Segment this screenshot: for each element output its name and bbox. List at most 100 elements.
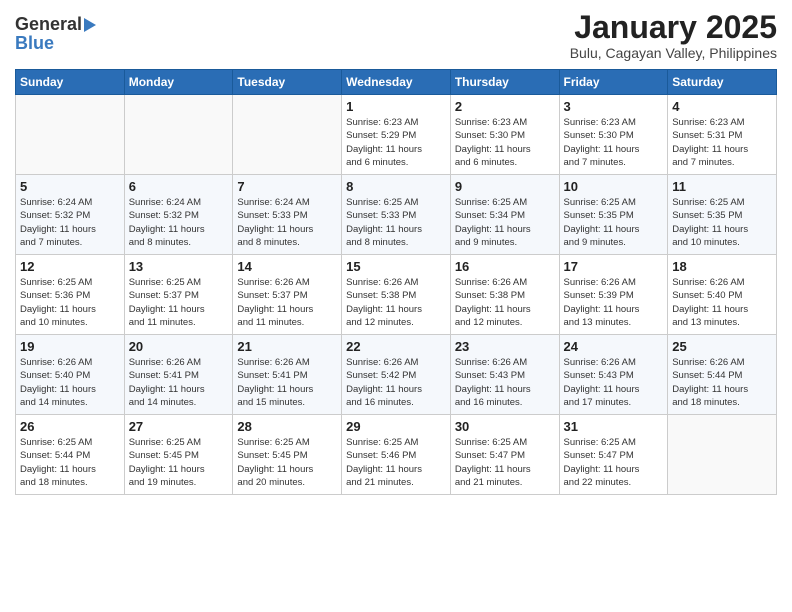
day-info: Sunrise: 6:26 AM Sunset: 5:38 PM Dayligh… — [346, 276, 446, 329]
day-number: 20 — [129, 339, 229, 354]
calendar-cell: 6 Sunrise: 6:24 AM Sunset: 5:32 PM Daylig… — [124, 175, 233, 255]
day-info: Sunrise: 6:26 AM Sunset: 5:38 PM Dayligh… — [455, 276, 555, 329]
page-container: General Blue January 2025 Bulu, Cagayan … — [0, 0, 792, 505]
calendar-cell: 16 Sunrise: 6:26 AM Sunset: 5:38 PM Dayli… — [450, 255, 559, 335]
calendar-cell: 18Sunrise: 6:26 AM Sunset: 5:40 PM Dayli… — [668, 255, 777, 335]
calendar-week-row: 1Sunrise: 6:23 AM Sunset: 5:29 PM Daylig… — [16, 95, 777, 175]
calendar-cell — [233, 95, 342, 175]
calendar-cell: 1Sunrise: 6:23 AM Sunset: 5:29 PM Daylig… — [342, 95, 451, 175]
day-of-week-header: Monday — [124, 70, 233, 95]
calendar-cell: 3 Sunrise: 6:23 AM Sunset: 5:30 PM Daylig… — [559, 95, 668, 175]
day-info: Sunrise: 6:23 AM Sunset: 5:29 PM Dayligh… — [346, 116, 446, 169]
day-number: 29 — [346, 419, 446, 434]
day-number: 7 — [237, 179, 337, 194]
day-of-week-header: Thursday — [450, 70, 559, 95]
day-number: 4 — [672, 99, 772, 114]
calendar-cell: 7 Sunrise: 6:24 AM Sunset: 5:33 PM Daylig… — [233, 175, 342, 255]
day-of-week-header: Tuesday — [233, 70, 342, 95]
calendar-cell — [16, 95, 125, 175]
logo: General Blue — [15, 14, 96, 54]
day-info: Sunrise: 6:26 AM Sunset: 5:41 PM Dayligh… — [237, 356, 337, 409]
day-info: Sunrise: 6:25 AM Sunset: 5:35 PM Dayligh… — [564, 196, 664, 249]
day-number: 21 — [237, 339, 337, 354]
calendar-cell: 15Sunrise: 6:26 AM Sunset: 5:38 PM Dayli… — [342, 255, 451, 335]
day-info: Sunrise: 6:23 AM Sunset: 5:30 PM Dayligh… — [455, 116, 555, 169]
day-info: Sunrise: 6:23 AM Sunset: 5:31 PM Dayligh… — [672, 116, 772, 169]
day-info: Sunrise: 6:25 AM Sunset: 5:45 PM Dayligh… — [237, 436, 337, 489]
day-info: Sunrise: 6:26 AM Sunset: 5:44 PM Dayligh… — [672, 356, 772, 409]
day-info: Sunrise: 6:26 AM Sunset: 5:43 PM Dayligh… — [564, 356, 664, 409]
day-number: 22 — [346, 339, 446, 354]
day-number: 5 — [20, 179, 120, 194]
day-info: Sunrise: 6:24 AM Sunset: 5:33 PM Dayligh… — [237, 196, 337, 249]
day-info: Sunrise: 6:23 AM Sunset: 5:30 PM Dayligh… — [564, 116, 664, 169]
calendar-cell: 10 Sunrise: 6:25 AM Sunset: 5:35 PM Dayli… — [559, 175, 668, 255]
day-number: 9 — [455, 179, 555, 194]
day-info: Sunrise: 6:26 AM Sunset: 5:37 PM Dayligh… — [237, 276, 337, 329]
day-number: 12 — [20, 259, 120, 274]
day-info: Sunrise: 6:26 AM Sunset: 5:39 PM Dayligh… — [564, 276, 664, 329]
calendar-cell: 22 Sunrise: 6:26 AM Sunset: 5:42 PM Dayli… — [342, 335, 451, 415]
day-info: Sunrise: 6:25 AM Sunset: 5:34 PM Dayligh… — [455, 196, 555, 249]
calendar-title: January 2025 — [570, 10, 777, 45]
day-info: Sunrise: 6:25 AM Sunset: 5:37 PM Dayligh… — [129, 276, 229, 329]
day-number: 2 — [455, 99, 555, 114]
day-number: 27 — [129, 419, 229, 434]
calendar-cell: 17 Sunrise: 6:26 AM Sunset: 5:39 PM Dayli… — [559, 255, 668, 335]
calendar-week-row: 12 Sunrise: 6:25 AM Sunset: 5:36 PM Dayli… — [16, 255, 777, 335]
logo-general-text: General — [15, 14, 82, 35]
calendar-week-row: 26Sunrise: 6:25 AM Sunset: 5:44 PM Dayli… — [16, 415, 777, 495]
day-number: 10 — [564, 179, 664, 194]
day-of-week-header: Saturday — [668, 70, 777, 95]
calendar-cell: 31 Sunrise: 6:25 AM Sunset: 5:47 PM Dayli… — [559, 415, 668, 495]
calendar-week-row: 5 Sunrise: 6:24 AM Sunset: 5:32 PM Daylig… — [16, 175, 777, 255]
calendar-cell — [124, 95, 233, 175]
calendar-cell: 27 Sunrise: 6:25 AM Sunset: 5:45 PM Dayli… — [124, 415, 233, 495]
day-info: Sunrise: 6:24 AM Sunset: 5:32 PM Dayligh… — [20, 196, 120, 249]
calendar-cell: 13 Sunrise: 6:25 AM Sunset: 5:37 PM Dayli… — [124, 255, 233, 335]
calendar-cell: 24Sunrise: 6:26 AM Sunset: 5:43 PM Dayli… — [559, 335, 668, 415]
day-number: 17 — [564, 259, 664, 274]
day-info: Sunrise: 6:25 AM Sunset: 5:47 PM Dayligh… — [564, 436, 664, 489]
day-number: 23 — [455, 339, 555, 354]
logo-blue-text: Blue — [15, 33, 54, 54]
calendar-cell: 23Sunrise: 6:26 AM Sunset: 5:43 PM Dayli… — [450, 335, 559, 415]
calendar-cell: 14Sunrise: 6:26 AM Sunset: 5:37 PM Dayli… — [233, 255, 342, 335]
calendar-cell: 29 Sunrise: 6:25 AM Sunset: 5:46 PM Dayli… — [342, 415, 451, 495]
day-number: 26 — [20, 419, 120, 434]
calendar-cell: 19Sunrise: 6:26 AM Sunset: 5:40 PM Dayli… — [16, 335, 125, 415]
calendar-cell: 26Sunrise: 6:25 AM Sunset: 5:44 PM Dayli… — [16, 415, 125, 495]
calendar-cell: 21 Sunrise: 6:26 AM Sunset: 5:41 PM Dayli… — [233, 335, 342, 415]
title-block: January 2025 Bulu, Cagayan Valley, Phili… — [570, 10, 777, 61]
calendar-cell: 28 Sunrise: 6:25 AM Sunset: 5:45 PM Dayli… — [233, 415, 342, 495]
day-info: Sunrise: 6:25 AM Sunset: 5:47 PM Dayligh… — [455, 436, 555, 489]
day-info: Sunrise: 6:25 AM Sunset: 5:33 PM Dayligh… — [346, 196, 446, 249]
day-info: Sunrise: 6:26 AM Sunset: 5:41 PM Dayligh… — [129, 356, 229, 409]
day-number: 25 — [672, 339, 772, 354]
day-number: 3 — [564, 99, 664, 114]
calendar-cell: 11 Sunrise: 6:25 AM Sunset: 5:35 PM Dayli… — [668, 175, 777, 255]
day-info: Sunrise: 6:26 AM Sunset: 5:42 PM Dayligh… — [346, 356, 446, 409]
day-info: Sunrise: 6:25 AM Sunset: 5:35 PM Dayligh… — [672, 196, 772, 249]
day-of-week-header: Sunday — [16, 70, 125, 95]
day-number: 6 — [129, 179, 229, 194]
day-number: 31 — [564, 419, 664, 434]
day-info: Sunrise: 6:24 AM Sunset: 5:32 PM Dayligh… — [129, 196, 229, 249]
day-number: 18 — [672, 259, 772, 274]
day-info: Sunrise: 6:25 AM Sunset: 5:46 PM Dayligh… — [346, 436, 446, 489]
calendar-cell: 8Sunrise: 6:25 AM Sunset: 5:33 PM Daylig… — [342, 175, 451, 255]
day-info: Sunrise: 6:25 AM Sunset: 5:45 PM Dayligh… — [129, 436, 229, 489]
day-number: 28 — [237, 419, 337, 434]
calendar-cell: 2 Sunrise: 6:23 AM Sunset: 5:30 PM Daylig… — [450, 95, 559, 175]
page-header: General Blue January 2025 Bulu, Cagayan … — [15, 10, 777, 61]
calendar-week-row: 19Sunrise: 6:26 AM Sunset: 5:40 PM Dayli… — [16, 335, 777, 415]
day-number: 16 — [455, 259, 555, 274]
calendar-subtitle: Bulu, Cagayan Valley, Philippines — [570, 45, 777, 61]
calendar-cell: 25 Sunrise: 6:26 AM Sunset: 5:44 PM Dayli… — [668, 335, 777, 415]
day-number: 13 — [129, 259, 229, 274]
logo-arrow-icon — [84, 18, 96, 32]
calendar-cell — [668, 415, 777, 495]
day-number: 11 — [672, 179, 772, 194]
calendar-cell: 4 Sunrise: 6:23 AM Sunset: 5:31 PM Daylig… — [668, 95, 777, 175]
day-info: Sunrise: 6:25 AM Sunset: 5:36 PM Dayligh… — [20, 276, 120, 329]
